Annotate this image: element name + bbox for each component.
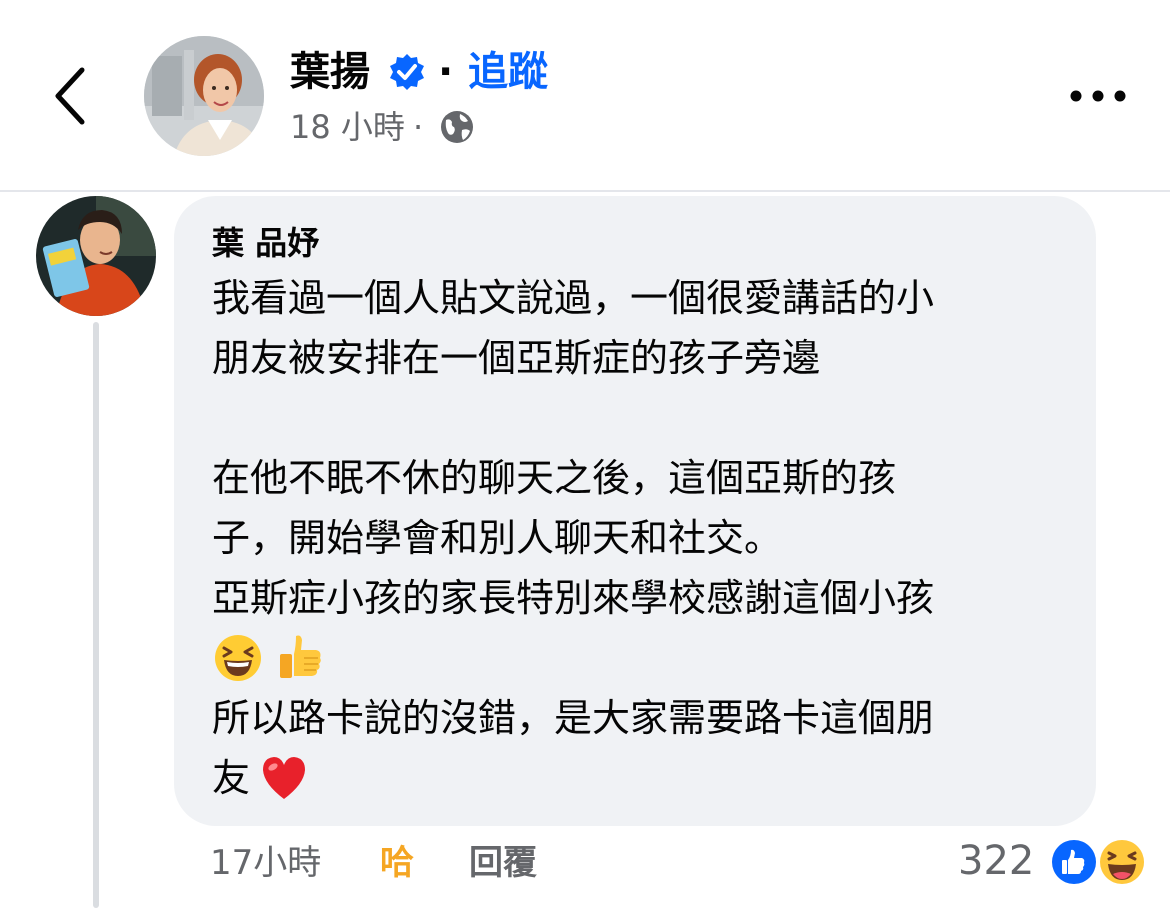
laughing-face-emoji <box>215 635 261 681</box>
reaction-icons[interactable] <box>1046 836 1150 888</box>
commenter-avatar[interactable] <box>36 196 156 316</box>
comment-timestamp[interactable]: 17小時 <box>210 840 321 886</box>
author-name[interactable]: 葉揚 <box>290 46 370 98</box>
verified-badge-icon <box>390 54 424 90</box>
separator-dot: · <box>438 49 454 95</box>
time-separator-dot: · <box>413 108 424 146</box>
comment-text-line: 所以路卡說的沒錯，是大家需要路卡這個朋 <box>212 696 935 740</box>
post-timestamp[interactable]: 18 小時 <box>290 106 405 148</box>
author-avatar[interactable] <box>144 36 264 156</box>
commenter-name[interactable]: 葉 品妤 <box>212 222 319 264</box>
comment-text-line: 亞斯症小孩的家長特別來學校感謝這個小孩 <box>212 576 935 620</box>
globe-icon <box>441 111 473 143</box>
reaction-button[interactable]: 哈 <box>380 840 414 886</box>
comment-text-line: 友 <box>212 756 251 800</box>
comment-text-line: 子，開始學會和別人聊天和社交。 <box>212 516 783 560</box>
reaction-count[interactable]: 322 <box>958 836 1034 886</box>
header-divider <box>0 190 1170 192</box>
haha-icon <box>1098 838 1146 886</box>
red-heart-emoji <box>263 757 305 799</box>
comment-text-line: 我看過一個人貼文說過，一個很愛講話的小 <box>212 276 935 320</box>
follow-button[interactable]: 追蹤 <box>468 46 548 98</box>
more-options-icon[interactable] <box>1066 80 1130 112</box>
comment-text-line: 朋友被安排在一個亞斯症的孩子旁邊 <box>212 336 821 380</box>
back-icon[interactable] <box>46 64 98 128</box>
reply-button[interactable]: 回覆 <box>469 840 537 886</box>
comment-text-line: 在他不眠不休的聊天之後，這個亞斯的孩 <box>212 456 897 500</box>
reply-thread-line <box>93 322 99 908</box>
like-icon <box>1050 838 1098 886</box>
thumbs-up-emoji <box>280 635 321 678</box>
post-header: 葉揚 · 追蹤 18 小時 · <box>0 0 1170 190</box>
